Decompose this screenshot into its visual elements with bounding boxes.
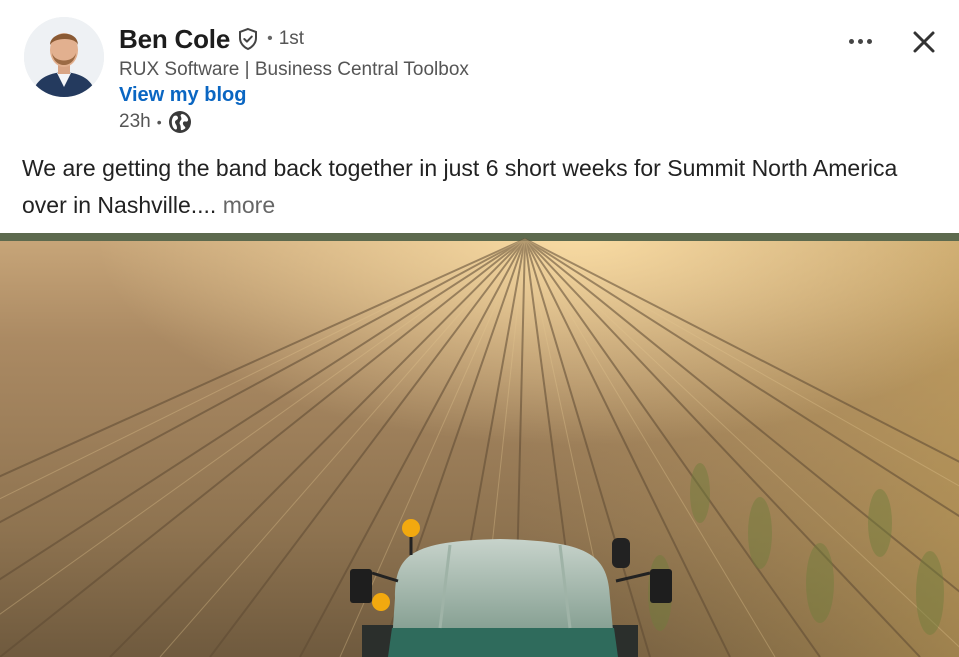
see-more-button[interactable]: more: [223, 192, 275, 218]
post-body: We are getting the band back together in…: [22, 150, 922, 224]
verified-shield-icon: [236, 27, 260, 51]
close-button[interactable]: [904, 22, 944, 62]
post-image[interactable]: [0, 233, 959, 657]
separator-dot: •: [156, 114, 162, 130]
view-blog-link[interactable]: View my blog: [119, 84, 246, 107]
close-icon: [913, 31, 935, 53]
connection-degree: 1st: [278, 28, 305, 49]
post-meta: 23h •: [119, 110, 192, 134]
ellipsis-dot: [848, 38, 854, 44]
post-timestamp: 23h: [119, 111, 151, 132]
author-avatar[interactable]: [24, 17, 104, 97]
ellipsis-dot: [866, 38, 872, 44]
author-headline: RUX Software | Business Central Toolbox: [119, 59, 469, 80]
author-name[interactable]: Ben Cole: [119, 24, 230, 55]
globe-icon: [168, 110, 192, 134]
post-text: We are getting the band back together in…: [22, 155, 898, 218]
more-options-button[interactable]: [840, 26, 880, 56]
post-card: Ben Cole • 1st RUX Software | Business C…: [0, 0, 959, 657]
author-line: Ben Cole • 1st: [119, 22, 304, 56]
ellipsis-dot: [857, 38, 863, 44]
separator-dot: •: [267, 30, 273, 47]
